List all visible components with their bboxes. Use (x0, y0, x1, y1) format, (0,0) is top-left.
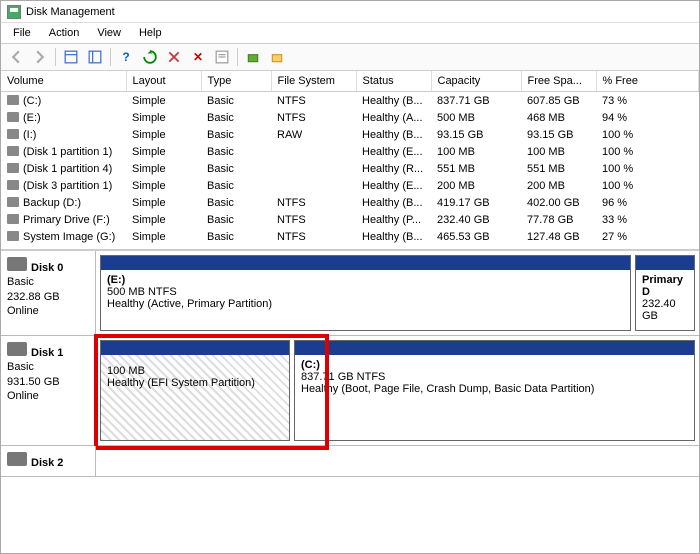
partition-stripe (101, 256, 630, 270)
table-header-row: Volume Layout Type File System Status Ca… (1, 71, 699, 92)
menu-bar: File Action View Help (1, 23, 699, 43)
volume-icon (7, 146, 19, 156)
partition-title: (E:) (107, 274, 624, 286)
help-icon[interactable]: ? (115, 46, 137, 68)
partition-stripe (101, 341, 289, 355)
disk0-name: Disk 0 (31, 262, 63, 274)
disk0-partition-primary[interactable]: Primary D 232.40 GB (635, 255, 695, 331)
volume-list-pane: Volume Layout Type File System Status Ca… (1, 71, 699, 251)
separator (55, 48, 56, 66)
partition-title: Primary D (642, 274, 688, 298)
partition-stripe (636, 256, 694, 270)
menu-file[interactable]: File (5, 25, 39, 41)
disk-icon (7, 257, 27, 271)
delete-icon[interactable]: ✕ (187, 46, 209, 68)
disk-icon (7, 452, 27, 466)
disk0-state: Online (7, 304, 89, 318)
col-capacity[interactable]: Capacity (431, 71, 521, 92)
table-row[interactable]: System Image (G:)SimpleBasicNTFSHealthy … (1, 228, 699, 245)
col-pctfree[interactable]: % Free (596, 71, 699, 92)
panel2-icon[interactable] (84, 46, 106, 68)
disk1-header[interactable]: Disk 1 Basic 931.50 GB Online (1, 336, 96, 445)
refresh-icon[interactable] (139, 46, 161, 68)
disk-row-2: Disk 2 (1, 446, 699, 477)
disk1-state: Online (7, 389, 89, 403)
menu-view[interactable]: View (89, 25, 129, 41)
partition-line: 232.40 GB (642, 298, 688, 322)
eject-icon[interactable] (163, 46, 185, 68)
app-icon (7, 5, 21, 19)
title-bar: Disk Management (1, 1, 699, 23)
action2-icon[interactable] (266, 46, 288, 68)
partition-stripe (295, 341, 694, 355)
toolbar: ? ✕ (1, 43, 699, 71)
properties-icon[interactable] (211, 46, 233, 68)
table-row[interactable]: (C:)SimpleBasicNTFSHealthy (B...837.71 G… (1, 92, 699, 110)
partition-status: Healthy (Boot, Page File, Crash Dump, Ba… (301, 383, 688, 395)
table-row[interactable]: (I:)SimpleBasicRAWHealthy (B...93.15 GB9… (1, 126, 699, 143)
menu-help[interactable]: Help (131, 25, 170, 41)
col-status[interactable]: Status (356, 71, 431, 92)
forward-icon[interactable] (29, 46, 51, 68)
partition-line: 500 MB NTFS (107, 286, 624, 298)
table-row[interactable]: (Disk 1 partition 1)SimpleBasicHealthy (… (1, 143, 699, 160)
col-type[interactable]: Type (201, 71, 271, 92)
volume-icon (7, 163, 19, 173)
partition-line: 837.71 GB NTFS (301, 371, 688, 383)
col-freespace[interactable]: Free Spa... (521, 71, 596, 92)
volume-icon (7, 95, 19, 105)
disk2-header[interactable]: Disk 2 (1, 446, 96, 476)
volume-icon (7, 214, 19, 224)
volume-icon (7, 231, 19, 241)
window-title: Disk Management (26, 6, 115, 18)
col-volume[interactable]: Volume (1, 71, 126, 92)
action1-icon[interactable] (242, 46, 264, 68)
disk-graphical-pane: Disk 0 Basic 232.88 GB Online (E:) 500 M… (1, 251, 699, 477)
col-filesystem[interactable]: File System (271, 71, 356, 92)
partition-title: (C:) (301, 359, 688, 371)
volume-table[interactable]: Volume Layout Type File System Status Ca… (1, 71, 699, 245)
table-row[interactable]: (Disk 3 partition 1)SimpleBasicHealthy (… (1, 177, 699, 194)
partition-line: 100 MB (107, 365, 283, 377)
disk1-type: Basic (7, 360, 89, 374)
volume-icon (7, 129, 19, 139)
volume-icon (7, 112, 19, 122)
disk0-partition-e[interactable]: (E:) 500 MB NTFS Healthy (Active, Primar… (100, 255, 631, 331)
separator (110, 48, 111, 66)
table-row[interactable]: Primary Drive (F:)SimpleBasicNTFSHealthy… (1, 211, 699, 228)
disk1-name: Disk 1 (31, 347, 63, 359)
col-layout[interactable]: Layout (126, 71, 201, 92)
separator (237, 48, 238, 66)
disk0-type: Basic (7, 275, 89, 289)
disk0-header[interactable]: Disk 0 Basic 232.88 GB Online (1, 251, 96, 335)
menu-action[interactable]: Action (41, 25, 88, 41)
partition-status: Healthy (Active, Primary Partition) (107, 298, 624, 310)
disk-row-1: Disk 1 Basic 931.50 GB Online 100 MB Hea… (1, 336, 699, 446)
disk-icon (7, 342, 27, 356)
disk1-partition-efi[interactable]: 100 MB Healthy (EFI System Partition) (100, 340, 290, 441)
volume-icon (7, 197, 19, 207)
disk2-name: Disk 2 (31, 457, 63, 469)
disk0-size: 232.88 GB (7, 290, 89, 304)
panel1-icon[interactable] (60, 46, 82, 68)
table-row[interactable]: (Disk 1 partition 4)SimpleBasicHealthy (… (1, 160, 699, 177)
partition-status: Healthy (EFI System Partition) (107, 377, 283, 389)
back-icon[interactable] (5, 46, 27, 68)
table-row[interactable]: Backup (D:)SimpleBasicNTFSHealthy (B...4… (1, 194, 699, 211)
table-row[interactable]: (E:)SimpleBasicNTFSHealthy (A...500 MB46… (1, 109, 699, 126)
disk-row-0: Disk 0 Basic 232.88 GB Online (E:) 500 M… (1, 251, 699, 336)
disk1-partition-c[interactable]: (C:) 837.71 GB NTFS Healthy (Boot, Page … (294, 340, 695, 441)
volume-icon (7, 180, 19, 190)
disk1-size: 931.50 GB (7, 375, 89, 389)
